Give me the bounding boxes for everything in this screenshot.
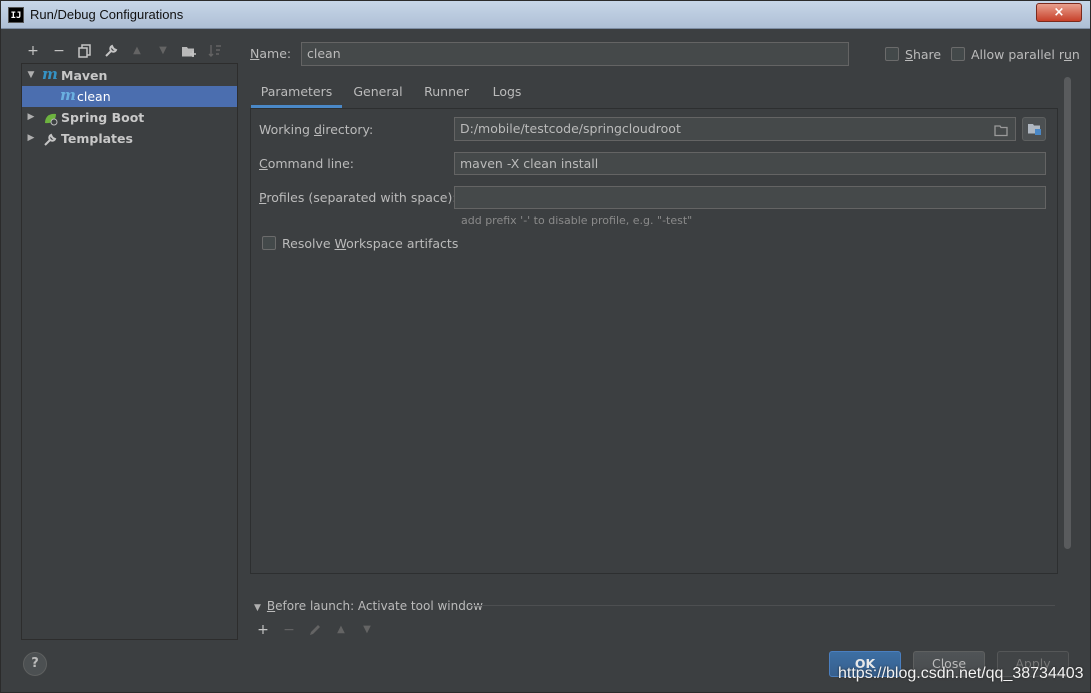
help-button[interactable]: ?	[23, 652, 47, 676]
name-field[interactable]: clean	[301, 42, 849, 66]
tree-item-label: clean	[77, 89, 111, 104]
remove-config-button[interactable]: −	[49, 41, 69, 61]
wrench-icon	[105, 44, 118, 57]
pencil-icon	[310, 625, 320, 635]
edit-defaults-button[interactable]	[101, 41, 121, 61]
expand-arrow-icon[interactable]: ▼	[26, 65, 36, 86]
add-config-button[interactable]: +	[23, 41, 43, 61]
allow-parallel-run-label: Allow parallel run	[971, 47, 1080, 62]
before-launch-down-button[interactable]: ▼	[357, 620, 377, 640]
command-line-label: Command line:	[259, 156, 354, 171]
maven-icon: m	[42, 65, 58, 83]
working-directory-field[interactable]: D:/mobile/testcode/springcloudroot	[454, 117, 1016, 141]
collapse-arrow-icon[interactable]: ▶	[26, 128, 36, 149]
working-directory-label: Working directory:	[259, 122, 374, 137]
watermark-text: https://blog.csdn.net/qq_38734403	[838, 665, 1084, 682]
share-checkbox[interactable]	[885, 47, 899, 61]
title-bar: IJ Run/Debug Configurations ×	[1, 1, 1090, 29]
tab-general[interactable]: General	[347, 81, 409, 108]
profiles-field[interactable]	[454, 186, 1046, 209]
tree-item-spring-boot[interactable]: ▶ Spring Boot	[22, 107, 237, 128]
intellij-app-icon: IJ	[8, 7, 24, 23]
tree-item-label: Templates	[61, 131, 133, 146]
allow-parallel-run-checkbox[interactable]	[951, 47, 965, 61]
tree-item-templates[interactable]: ▶ Templates	[22, 128, 237, 149]
before-launch-up-button[interactable]: ▲	[331, 620, 351, 640]
tab-logs[interactable]: Logs	[485, 81, 529, 108]
new-folder-button[interactable]	[179, 41, 199, 61]
folder-icon	[1028, 124, 1041, 135]
tab-parameters[interactable]: Parameters	[251, 81, 342, 108]
window-title: Run/Debug Configurations	[30, 7, 184, 22]
tree-item-maven[interactable]: ▼ m Maven	[22, 65, 237, 86]
collapse-arrow-icon[interactable]: ▼	[254, 603, 261, 613]
module-directory-button[interactable]	[1022, 117, 1046, 141]
tree-item-label: Spring Boot	[61, 110, 145, 125]
before-launch-header[interactable]: ▼ Before launch: Activate tool window	[254, 599, 483, 613]
tab-runner[interactable]: Runner	[419, 81, 474, 108]
sort-icon	[208, 45, 221, 57]
resolve-workspace-checkbox[interactable]	[262, 236, 276, 250]
config-tree: ▼ m Maven m clean ▶ Spring Boot ▶ Templa…	[21, 63, 238, 640]
tree-item-label: Maven	[61, 68, 108, 83]
name-label: Name:	[250, 46, 292, 61]
command-line-field[interactable]: maven -X clean install	[454, 152, 1046, 175]
copy-icon	[78, 44, 91, 58]
profiles-hint: add prefix '-' to disable profile, e.g. …	[461, 214, 693, 227]
browse-folder-icon[interactable]	[994, 122, 1009, 143]
move-down-button[interactable]: ▼	[153, 41, 173, 61]
run-debug-dialog: IJ Run/Debug Configurations × + − ▲ ▼ ▼ …	[0, 0, 1091, 693]
new-folder-icon	[182, 47, 196, 57]
maven-icon: m	[60, 86, 76, 104]
window-close-button[interactable]: ×	[1036, 3, 1082, 22]
collapse-arrow-icon[interactable]: ▶	[26, 107, 36, 128]
separator	[468, 605, 1055, 606]
resolve-workspace-label: Resolve Workspace artifacts	[282, 236, 459, 251]
profiles-label: Profiles (separated with space):	[259, 190, 457, 205]
wrench-icon	[43, 132, 57, 153]
working-directory-value: D:/mobile/testcode/springcloudroot	[460, 121, 681, 136]
move-up-button[interactable]: ▲	[127, 41, 147, 61]
config-toolbar: + − ▲ ▼	[21, 39, 237, 63]
scrollbar-thumb[interactable]	[1064, 77, 1071, 549]
share-label: Share	[905, 47, 942, 62]
before-launch-add-button[interactable]: +	[253, 620, 273, 640]
sort-button[interactable]	[205, 41, 225, 61]
before-launch-remove-button[interactable]: −	[279, 620, 299, 640]
parameters-panel	[250, 108, 1058, 574]
tree-item-clean[interactable]: m clean	[22, 86, 237, 107]
copy-config-button[interactable]	[75, 41, 95, 61]
before-launch-edit-button[interactable]	[305, 620, 325, 640]
